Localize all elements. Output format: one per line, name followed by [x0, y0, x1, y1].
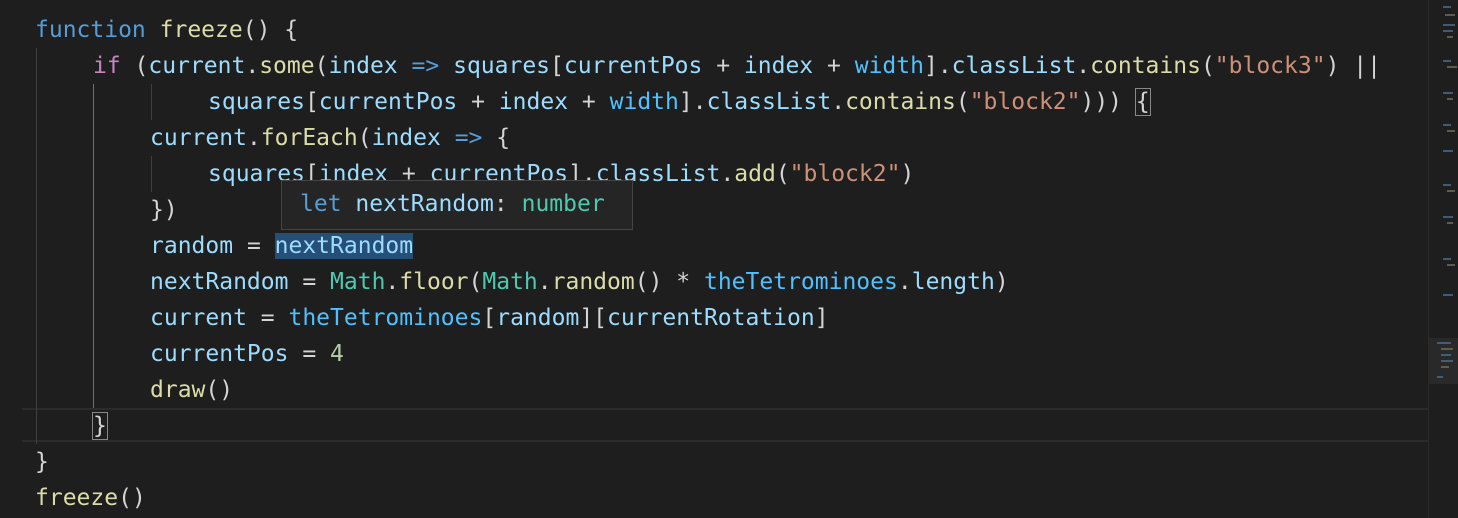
minimap-line	[1441, 366, 1449, 368]
hover-tooltip: let nextRandom: number	[281, 180, 633, 230]
code-line-1: function freeze() {	[35, 17, 299, 43]
minimap-line	[1437, 376, 1443, 378]
matching-bracket: {	[1134, 88, 1151, 116]
minimap-line	[1443, 24, 1455, 26]
code-line-9: current = theTetrominoes[random][current…	[150, 305, 829, 331]
minimap-line	[1443, 216, 1453, 218]
minimap-line	[1443, 30, 1453, 32]
minimap-line	[1447, 190, 1455, 192]
minimap-line	[1441, 360, 1453, 362]
minimap-line	[1445, 14, 1455, 16]
minimap-line	[1443, 124, 1451, 126]
code-line-6: })	[150, 197, 178, 223]
minimap-line	[1443, 258, 1451, 260]
matching-bracket: }	[92, 412, 108, 440]
minimap-line	[1443, 294, 1453, 296]
indent-guide	[151, 156, 152, 192]
code-line-4: current.forEach(index => {	[150, 125, 511, 151]
tooltip-colon: :	[493, 191, 508, 217]
minimap-line	[1447, 66, 1457, 68]
tooltip-symbol: nextRandom	[355, 191, 494, 217]
code-editor[interactable]: function freeze() { if (current.some(ind…	[0, 0, 1428, 518]
indent-guide	[36, 48, 37, 444]
minimap-line	[1443, 6, 1451, 8]
code-line-2: if (current.some(index => squares[curren…	[93, 53, 1381, 79]
code-line-10: currentPos = 4	[150, 341, 344, 367]
minimap-line	[1447, 130, 1455, 132]
code-line-14: freeze()	[35, 485, 146, 511]
minimap-line	[1441, 348, 1453, 350]
minimap-line	[1447, 98, 1453, 100]
minimap-line	[1437, 342, 1451, 344]
minimap-line	[1447, 264, 1455, 266]
tooltip-type: number	[521, 191, 605, 217]
code-line-13: }	[35, 449, 49, 475]
minimap-line	[1443, 184, 1451, 186]
code-line-7: random = nextRandom	[150, 233, 414, 259]
code-line-8: nextRandom = Math.floor(Math.random() * …	[150, 269, 1009, 295]
minimap-line	[1441, 354, 1451, 356]
minimap-line	[1447, 36, 1453, 38]
code-line-12: }	[92, 408, 108, 444]
current-line-highlight	[22, 408, 1428, 442]
hovered-symbol[interactable]: nextRandom	[274, 233, 414, 259]
minimap-line	[1447, 222, 1453, 224]
minimap-line	[1443, 92, 1453, 94]
code-line-11: draw()	[150, 377, 234, 403]
minimap[interactable]	[1428, 0, 1458, 518]
indent-guide	[93, 84, 94, 408]
tooltip-keyword: let	[300, 191, 342, 217]
minimap-line	[1443, 60, 1451, 62]
minimap-line	[1443, 150, 1453, 152]
indent-guide	[151, 84, 152, 120]
code-line-3: squares[currentPos + index + width].clas…	[208, 88, 1151, 116]
